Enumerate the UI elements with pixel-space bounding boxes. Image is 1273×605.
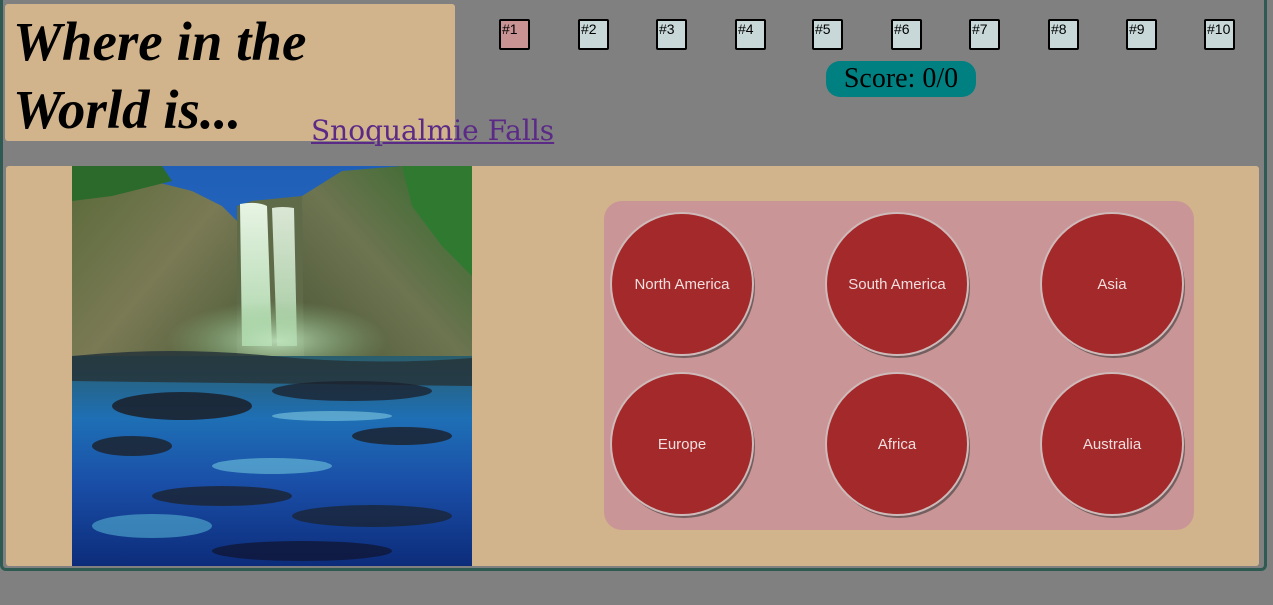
question-button-10[interactable]: #10 [1204,19,1235,50]
question-button-7[interactable]: #7 [969,19,1000,50]
score-badge: Score: 0/0 [826,61,976,97]
answer-panel: North America South America Asia Europe … [604,201,1194,530]
question-button-1[interactable]: #1 [499,19,530,50]
answer-africa-button[interactable]: Africa [825,372,969,516]
question-button-4[interactable]: #4 [735,19,766,50]
main-panel: North America South America Asia Europe … [6,166,1259,566]
question-nav: #1 #2 #3 #4 #5 #6 #7 #8 #9 #10 [499,19,1241,53]
answer-north-america-button[interactable]: North America [610,212,754,356]
question-button-6[interactable]: #6 [891,19,922,50]
waterfall-photo [72,166,472,566]
answer-europe-button[interactable]: Europe [610,372,754,516]
question-button-9[interactable]: #9 [1126,19,1157,50]
question-button-8[interactable]: #8 [1048,19,1079,50]
answer-south-america-button[interactable]: South America [825,212,969,356]
question-button-2[interactable]: #2 [578,19,609,50]
question-button-5[interactable]: #5 [812,19,843,50]
place-name-link[interactable]: Snoqualmie Falls [311,114,554,147]
answer-australia-button[interactable]: Australia [1040,372,1184,516]
answer-asia-button[interactable]: Asia [1040,212,1184,356]
waterfall-image [72,166,472,566]
question-button-3[interactable]: #3 [656,19,687,50]
